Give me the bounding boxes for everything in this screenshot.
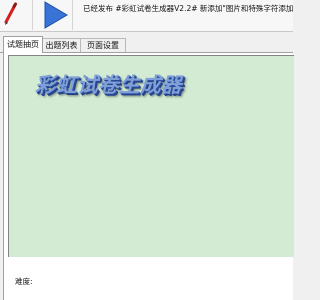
app-logo-text: 彩虹试卷生成器	[35, 73, 182, 97]
tab-page-settings[interactable]: 页面设置	[80, 38, 126, 52]
pencil-icon	[4, 2, 17, 25]
tab-panel: 彩虹试卷生成器	[3, 53, 294, 300]
notice-text: 已经发布 #彩虹试卷生成器V2.2# 新添加"图片和特殊字符添加"功能。	[83, 4, 293, 13]
tab-strip: 试题抽页 出题列表 页面设置	[0, 34, 293, 53]
content-editor[interactable]: 彩虹试卷生成器	[8, 55, 294, 257]
play-icon	[44, 1, 68, 29]
difficulty-label: 难度:	[15, 277, 33, 286]
generate-button[interactable]	[36, 0, 73, 30]
toolbar: 已经发布 #彩虹试卷生成器V2.2# 新添加"图片和特殊字符添加"功能。	[0, 0, 293, 32]
tab-question-pages[interactable]: 试题抽页	[3, 36, 43, 53]
edit-button[interactable]	[0, 0, 33, 30]
tab-question-list[interactable]: 出题列表	[41, 38, 82, 52]
